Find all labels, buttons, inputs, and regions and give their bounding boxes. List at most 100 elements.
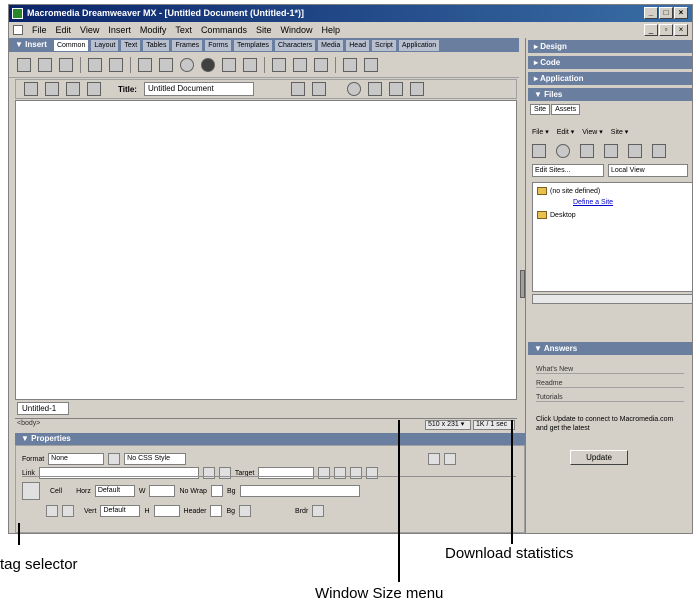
expand-icon[interactable] — [652, 144, 666, 158]
doc-restore-button[interactable]: ▫ — [659, 24, 673, 36]
menu-window[interactable]: Window — [280, 25, 312, 35]
flash-icon[interactable] — [201, 57, 215, 72]
insert-tab-frames[interactable]: Frames — [172, 40, 203, 51]
design-panel-header[interactable]: ▸ Design — [528, 40, 692, 53]
files-menu-view[interactable]: View ▾ — [582, 128, 603, 136]
insert-bar-title[interactable]: ▼ Insert — [15, 38, 47, 52]
properties-header[interactable]: ▼ Properties — [15, 433, 525, 445]
menu-commands[interactable]: Commands — [201, 25, 247, 35]
date-icon[interactable] — [293, 57, 307, 72]
insert-tab-characters[interactable]: Characters — [274, 40, 316, 51]
horz-select[interactable]: Default — [94, 485, 135, 497]
maximize-button[interactable]: □ — [659, 7, 673, 19]
document-tab[interactable]: Untitled-1 — [17, 402, 69, 415]
put-files-icon[interactable] — [604, 144, 618, 158]
files-panel-header[interactable]: ▼ Files — [528, 88, 692, 101]
ordered-list-icon[interactable] — [334, 467, 347, 479]
rollover-image-icon[interactable] — [159, 57, 173, 72]
italic-button[interactable] — [444, 453, 457, 465]
link-input[interactable] — [38, 467, 199, 479]
width-input[interactable] — [149, 485, 176, 497]
insert-tab-script[interactable]: Script — [371, 40, 396, 51]
menu-text[interactable]: Text — [175, 25, 192, 35]
minimize-button[interactable]: _ — [644, 7, 658, 19]
connect-icon[interactable] — [532, 144, 546, 158]
named-anchor-icon[interactable] — [59, 57, 73, 72]
files-menu-file[interactable]: File ▾ — [532, 128, 549, 136]
bg-image-input[interactable] — [239, 485, 360, 497]
files-menu-site[interactable]: Site ▾ — [611, 128, 629, 136]
code-navigation-icon[interactable] — [388, 82, 403, 96]
answers-panel-header[interactable]: ▼ Answers — [528, 342, 692, 355]
tree-desktop[interactable]: Desktop — [537, 211, 576, 219]
point-to-file-icon[interactable] — [202, 467, 215, 479]
outdent-icon[interactable] — [350, 467, 363, 479]
insert-tab-common[interactable]: Common — [53, 40, 89, 51]
tree-root[interactable]: (no site defined) — [537, 187, 600, 195]
file-tree-scrollbar[interactable] — [532, 294, 692, 304]
check-in-icon[interactable] — [628, 144, 642, 158]
border-color-swatch[interactable] — [312, 505, 325, 517]
site-select[interactable]: Edit Sites... — [532, 164, 604, 177]
application-panel-header[interactable]: ▸ Application — [528, 72, 692, 85]
answers-item-readme[interactable]: Readme — [536, 380, 684, 388]
unordered-list-icon[interactable] — [318, 467, 331, 479]
file-management-icon[interactable] — [290, 82, 305, 96]
menu-site[interactable]: Site — [256, 25, 272, 35]
menu-help[interactable]: Help — [321, 25, 340, 35]
style-select[interactable]: No CSS Style — [124, 453, 187, 465]
doc-close-button[interactable]: × — [674, 24, 688, 36]
vert-select[interactable]: Default — [100, 505, 141, 517]
menu-insert[interactable]: Insert — [108, 25, 131, 35]
answers-item-tutorials[interactable]: Tutorials — [536, 394, 684, 402]
code-panel-header[interactable]: ▸ Code — [528, 56, 692, 69]
view-select[interactable]: Local View — [608, 164, 688, 177]
close-button[interactable]: × — [674, 7, 688, 19]
merge-cells-icon[interactable] — [46, 505, 58, 517]
refresh-icon[interactable] — [346, 82, 361, 96]
split-view-icon[interactable] — [45, 82, 59, 96]
preview-browser-icon[interactable] — [311, 82, 326, 96]
live-data-icon[interactable] — [87, 82, 101, 96]
split-cell-icon[interactable] — [62, 505, 74, 517]
indent-icon[interactable] — [366, 467, 379, 479]
insert-tab-media[interactable]: Media — [318, 40, 344, 51]
window-size-menu[interactable]: 510 x 231 ▾ — [425, 420, 471, 430]
target-select[interactable] — [258, 467, 315, 479]
browse-folder-icon[interactable] — [218, 467, 231, 479]
horizontal-rule-icon[interactable] — [272, 57, 286, 72]
header-checkbox[interactable] — [210, 505, 223, 517]
tag-chooser-icon[interactable] — [364, 57, 378, 72]
insert-tab-templates[interactable]: Templates — [234, 40, 272, 51]
tabular-data-icon[interactable] — [314, 57, 328, 72]
insert-tab-application[interactable]: Application — [398, 40, 440, 51]
get-files-icon[interactable] — [580, 144, 594, 158]
hyperlink-icon[interactable] — [17, 57, 31, 72]
image-icon[interactable] — [138, 57, 152, 72]
comment-icon[interactable] — [343, 57, 357, 72]
files-tab-site[interactable]: Site — [530, 104, 551, 115]
doc-minimize-button[interactable]: _ — [644, 24, 658, 36]
view-options-icon[interactable] — [409, 82, 424, 96]
refresh-files-icon[interactable] — [556, 144, 570, 158]
update-button[interactable]: Update — [570, 450, 628, 465]
design-view-icon[interactable] — [66, 82, 80, 96]
insert-tab-layout[interactable]: Layout — [91, 40, 119, 51]
menu-file[interactable]: File — [32, 25, 47, 35]
insert-tab-text[interactable]: Text — [121, 40, 141, 51]
files-menu-edit[interactable]: Edit ▾ — [557, 128, 575, 136]
email-link-icon[interactable] — [38, 57, 52, 72]
answers-item-whats-new[interactable]: What's New — [536, 366, 684, 374]
insert-tab-head[interactable]: Head — [346, 40, 369, 51]
menu-edit[interactable]: Edit — [56, 25, 72, 35]
no-wrap-checkbox[interactable] — [210, 485, 223, 497]
code-view-icon[interactable] — [24, 82, 38, 96]
reference-icon[interactable] — [367, 82, 382, 96]
define-site-link[interactable]: Define a Site — [573, 199, 613, 206]
menu-modify[interactable]: Modify — [140, 25, 167, 35]
tag-selector[interactable]: <body> — [17, 420, 40, 427]
layer-icon[interactable] — [109, 57, 123, 72]
bold-button[interactable] — [428, 453, 441, 465]
files-tab-assets[interactable]: Assets — [551, 104, 581, 115]
fireworks-html-icon[interactable] — [180, 57, 194, 72]
